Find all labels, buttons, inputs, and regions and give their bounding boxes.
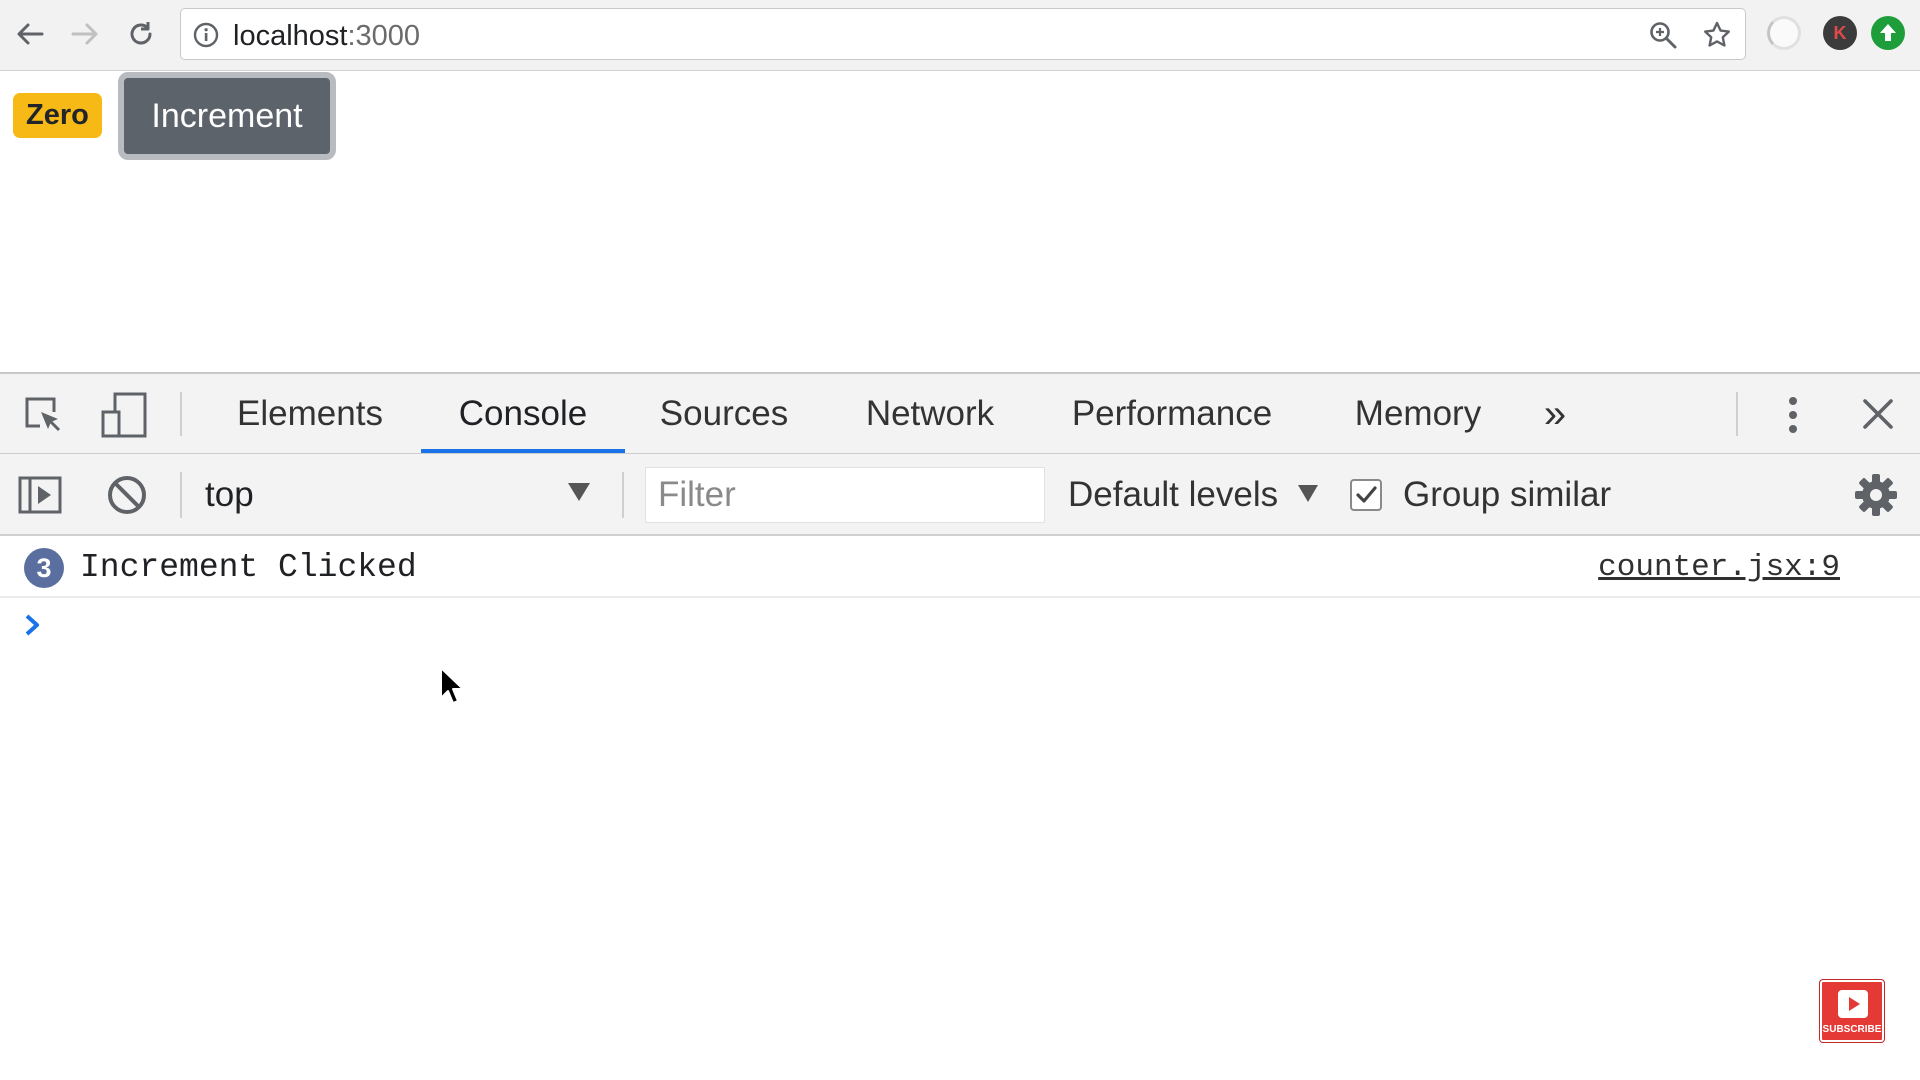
close-icon[interactable] <box>1856 392 1900 436</box>
toolbar-divider <box>180 472 182 518</box>
mouse-cursor-icon <box>440 667 464 704</box>
checkmark-icon <box>1356 486 1377 503</box>
tab-network[interactable]: Network <box>852 374 1008 454</box>
count-badge: Zero <box>13 93 102 138</box>
back-arrow-icon[interactable] <box>8 12 52 56</box>
upload-extension-icon[interactable] <box>1871 16 1905 50</box>
chevron-down-icon[interactable] <box>1298 485 1318 502</box>
group-similar-label: Group similar <box>1403 475 1612 514</box>
info-icon[interactable] <box>193 22 219 48</box>
browser-toolbar: localhost:3000 K <box>0 0 1920 71</box>
address-bar[interactable]: localhost:3000 <box>180 8 1746 60</box>
loading-extension-icon[interactable] <box>1767 16 1801 50</box>
url-text: localhost:3000 <box>233 21 420 51</box>
tab-sources[interactable]: Sources <box>648 374 800 454</box>
more-tabs-icon[interactable]: » <box>1532 374 1578 454</box>
console-sidebar-icon[interactable] <box>16 472 64 518</box>
console-message-row: 3 Increment Clicked counter.jsx:9 <box>0 538 1920 598</box>
tab-console[interactable]: Console <box>421 374 625 454</box>
k-extension-icon[interactable]: K <box>1823 16 1857 50</box>
toolbar-divider <box>1736 392 1738 436</box>
reload-icon[interactable] <box>119 12 163 56</box>
log-levels-dropdown[interactable]: Default levels <box>1068 454 1278 536</box>
group-similar-checkbox[interactable] <box>1350 479 1382 511</box>
console-prompt[interactable] <box>0 600 1920 650</box>
device-toolbar-icon[interactable] <box>96 388 152 442</box>
console-message-text: Increment Clicked <box>80 549 417 586</box>
zoom-icon[interactable] <box>1647 19 1679 51</box>
page-viewport: Zero Increment <box>0 72 1920 372</box>
tab-performance[interactable]: Performance <box>1058 374 1286 454</box>
subscribe-label: SUBSCRIBE <box>1822 1024 1882 1035</box>
clear-console-icon[interactable] <box>104 472 150 518</box>
console-toolbar: top Default levels Group similar <box>0 454 1920 536</box>
toolbar-divider <box>622 472 624 518</box>
increment-button[interactable]: Increment <box>118 72 336 160</box>
devtools-panel: Elements Console Sources Network Perform… <box>0 372 1920 1080</box>
kebab-menu-icon[interactable] <box>1778 390 1808 440</box>
active-tab-indicator <box>421 449 625 453</box>
subscribe-watermark[interactable]: SUBSCRIBE <box>1820 980 1884 1042</box>
filter-input[interactable] <box>646 468 1044 522</box>
filter-field[interactable] <box>645 467 1045 523</box>
source-link[interactable]: counter.jsx:9 <box>1598 538 1840 598</box>
tab-elements[interactable]: Elements <box>225 374 395 454</box>
url-port: :3000 <box>347 20 421 52</box>
toolbar-divider <box>180 392 182 436</box>
k-extension-letter: K <box>1833 22 1847 43</box>
forward-arrow-icon[interactable] <box>63 12 107 56</box>
repeat-count-badge: 3 <box>24 548 64 588</box>
play-icon <box>1838 990 1868 1018</box>
devtools-tabbar: Elements Console Sources Network Perform… <box>0 374 1920 454</box>
star-icon[interactable] <box>1701 19 1733 51</box>
tab-memory[interactable]: Memory <box>1338 374 1498 454</box>
context-selector[interactable]: top <box>205 454 254 536</box>
inspect-element-icon[interactable] <box>18 390 68 440</box>
url-host: localhost <box>233 20 348 52</box>
gear-icon[interactable] <box>1852 472 1900 518</box>
prompt-chevron-icon <box>25 614 39 636</box>
chevron-down-icon[interactable] <box>568 483 590 501</box>
